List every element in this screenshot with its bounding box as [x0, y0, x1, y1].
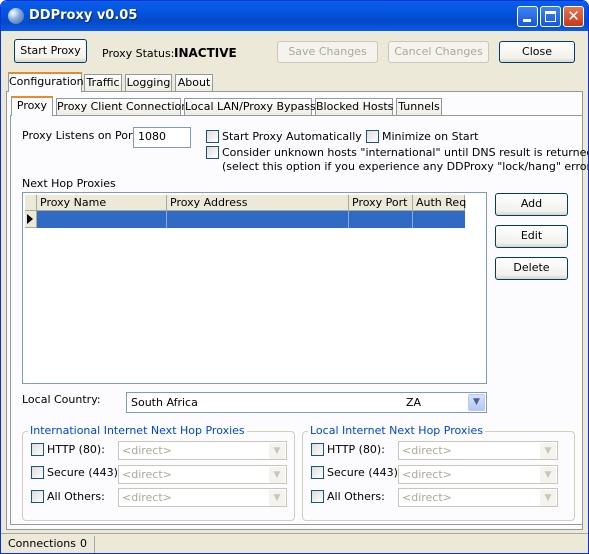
- status-divider: [94, 536, 95, 553]
- add-proxy-button[interactable]: Add: [495, 193, 568, 216]
- chevron-down-icon: ▼: [269, 467, 285, 483]
- proxy-status-value: INACTIVE: [174, 46, 237, 60]
- chevron-down-icon[interactable]: ▼: [468, 394, 485, 411]
- start-automatically-checkbox[interactable]: [206, 130, 219, 143]
- intl-others-label: All Others:: [47, 490, 105, 503]
- local-country-label: Local Country:: [22, 393, 101, 406]
- app-icon: [8, 8, 24, 24]
- column-header-proxy-port[interactable]: Proxy Port: [349, 195, 413, 211]
- maximize-button[interactable]: [540, 6, 561, 27]
- window-title: DDProxy v0.05: [29, 8, 138, 23]
- column-header-proxy-address[interactable]: Proxy Address: [167, 195, 349, 211]
- local-http-label: HTTP (80):: [327, 443, 385, 456]
- local-others-label: All Others:: [327, 490, 385, 503]
- save-changes-button[interactable]: Save Changes: [277, 41, 378, 63]
- tab-logging[interactable]: Logging: [125, 74, 172, 92]
- country-code: ZA: [406, 396, 422, 409]
- local-secure-checkbox[interactable]: [311, 466, 324, 479]
- intl-secure-checkbox[interactable]: [31, 466, 44, 479]
- local-group-title: Local Internet Next Hop Proxies: [308, 424, 485, 437]
- column-header-proxy-name[interactable]: Proxy Name: [37, 195, 167, 211]
- close-button[interactable]: Close: [499, 41, 575, 63]
- cancel-changes-button[interactable]: Cancel Changes: [388, 41, 489, 63]
- local-secure-label: Secure (443):: [327, 466, 402, 479]
- local-others-value: <direct>: [402, 491, 452, 504]
- tab-proxy[interactable]: Proxy: [11, 96, 53, 116]
- intl-http-select[interactable]: <direct> ▼: [118, 441, 287, 460]
- minimize-button[interactable]: [517, 6, 538, 27]
- chevron-down-icon: ▼: [269, 443, 285, 459]
- international-group-title: International Internet Next Hop Proxies: [28, 424, 247, 437]
- tab-about[interactable]: About: [175, 74, 213, 92]
- local-secure-select[interactable]: <direct> ▼: [398, 465, 558, 484]
- tab-local-lan-proxy-bypass[interactable]: Local LAN/Proxy Bypass: [184, 98, 316, 116]
- chevron-down-icon: ▼: [540, 467, 556, 483]
- local-others-select[interactable]: <direct> ▼: [398, 488, 558, 507]
- consider-international-label: Consider unknown hosts "international" u…: [222, 146, 589, 159]
- connections-count: 0: [80, 537, 87, 550]
- port-label: Proxy Listens on Port:: [22, 129, 141, 142]
- intl-http-checkbox[interactable]: [31, 443, 44, 456]
- row-selector[interactable]: [25, 211, 37, 228]
- app-window: DDProxy v0.05 ✕ Start Proxy Proxy Status…: [0, 0, 589, 554]
- close-icon: ✕: [567, 7, 580, 25]
- status-bar: Connections 0: [1, 533, 588, 553]
- tab-blocked-hosts[interactable]: Blocked Hosts: [315, 98, 393, 116]
- row-pointer-icon: [27, 214, 33, 224]
- minimize-on-start-label: Minimize on Start: [382, 130, 479, 143]
- local-http-value: <direct>: [402, 444, 452, 457]
- row-selector-header: [25, 195, 37, 211]
- chevron-down-icon: ▼: [540, 443, 556, 459]
- minimize-icon: [523, 19, 531, 22]
- local-secure-value: <direct>: [402, 468, 452, 481]
- intl-others-select[interactable]: <direct> ▼: [118, 488, 287, 507]
- start-automatically-label: Start Proxy Automatically: [222, 130, 362, 143]
- local-http-select[interactable]: <direct> ▼: [398, 441, 558, 460]
- consider-international-hint: (select this option if you experience an…: [222, 160, 589, 173]
- tab-tunnels[interactable]: Tunnels: [396, 98, 442, 116]
- intl-secure-label: Secure (443):: [47, 466, 122, 479]
- intl-http-label: HTTP (80):: [47, 443, 105, 456]
- intl-others-checkbox[interactable]: [31, 490, 44, 503]
- close-window-button[interactable]: ✕: [563, 6, 584, 27]
- start-proxy-button[interactable]: Start Proxy: [14, 39, 87, 63]
- next-hop-label: Next Hop Proxies: [22, 177, 116, 190]
- proxy-status-label: Proxy Status:: [102, 47, 175, 60]
- title-bar[interactable]: DDProxy v0.05 ✕: [1, 1, 588, 31]
- table-row[interactable]: [37, 211, 465, 228]
- next-hop-grid[interactable]: Proxy Name Proxy Address Proxy Port Auth…: [22, 192, 487, 384]
- country-name: South Africa: [131, 396, 198, 409]
- connections-label: Connections: [8, 537, 76, 550]
- consider-international-checkbox[interactable]: [206, 146, 219, 159]
- delete-proxy-button[interactable]: Delete: [495, 257, 568, 280]
- column-header-auth-req[interactable]: Auth Req: [413, 195, 466, 211]
- chevron-down-icon: ▼: [269, 490, 285, 506]
- intl-http-value: <direct>: [122, 444, 172, 457]
- local-country-select[interactable]: South Africa ZA ▼: [126, 392, 487, 413]
- tab-traffic[interactable]: Traffic: [84, 74, 122, 92]
- chevron-down-icon: ▼: [540, 490, 556, 506]
- tab-configuration[interactable]: Configuration: [8, 72, 84, 92]
- maximize-icon: [545, 11, 556, 22]
- local-http-checkbox[interactable]: [311, 443, 324, 456]
- port-input[interactable]: 1080: [133, 127, 191, 148]
- intl-secure-value: <direct>: [122, 468, 172, 481]
- intl-others-value: <direct>: [122, 491, 172, 504]
- local-others-checkbox[interactable]: [311, 490, 324, 503]
- intl-secure-select[interactable]: <direct> ▼: [118, 465, 287, 484]
- minimize-on-start-checkbox[interactable]: [366, 130, 379, 143]
- tab-proxy-client-connections[interactable]: Proxy Client Connections: [56, 98, 194, 116]
- edit-proxy-button[interactable]: Edit: [495, 225, 568, 248]
